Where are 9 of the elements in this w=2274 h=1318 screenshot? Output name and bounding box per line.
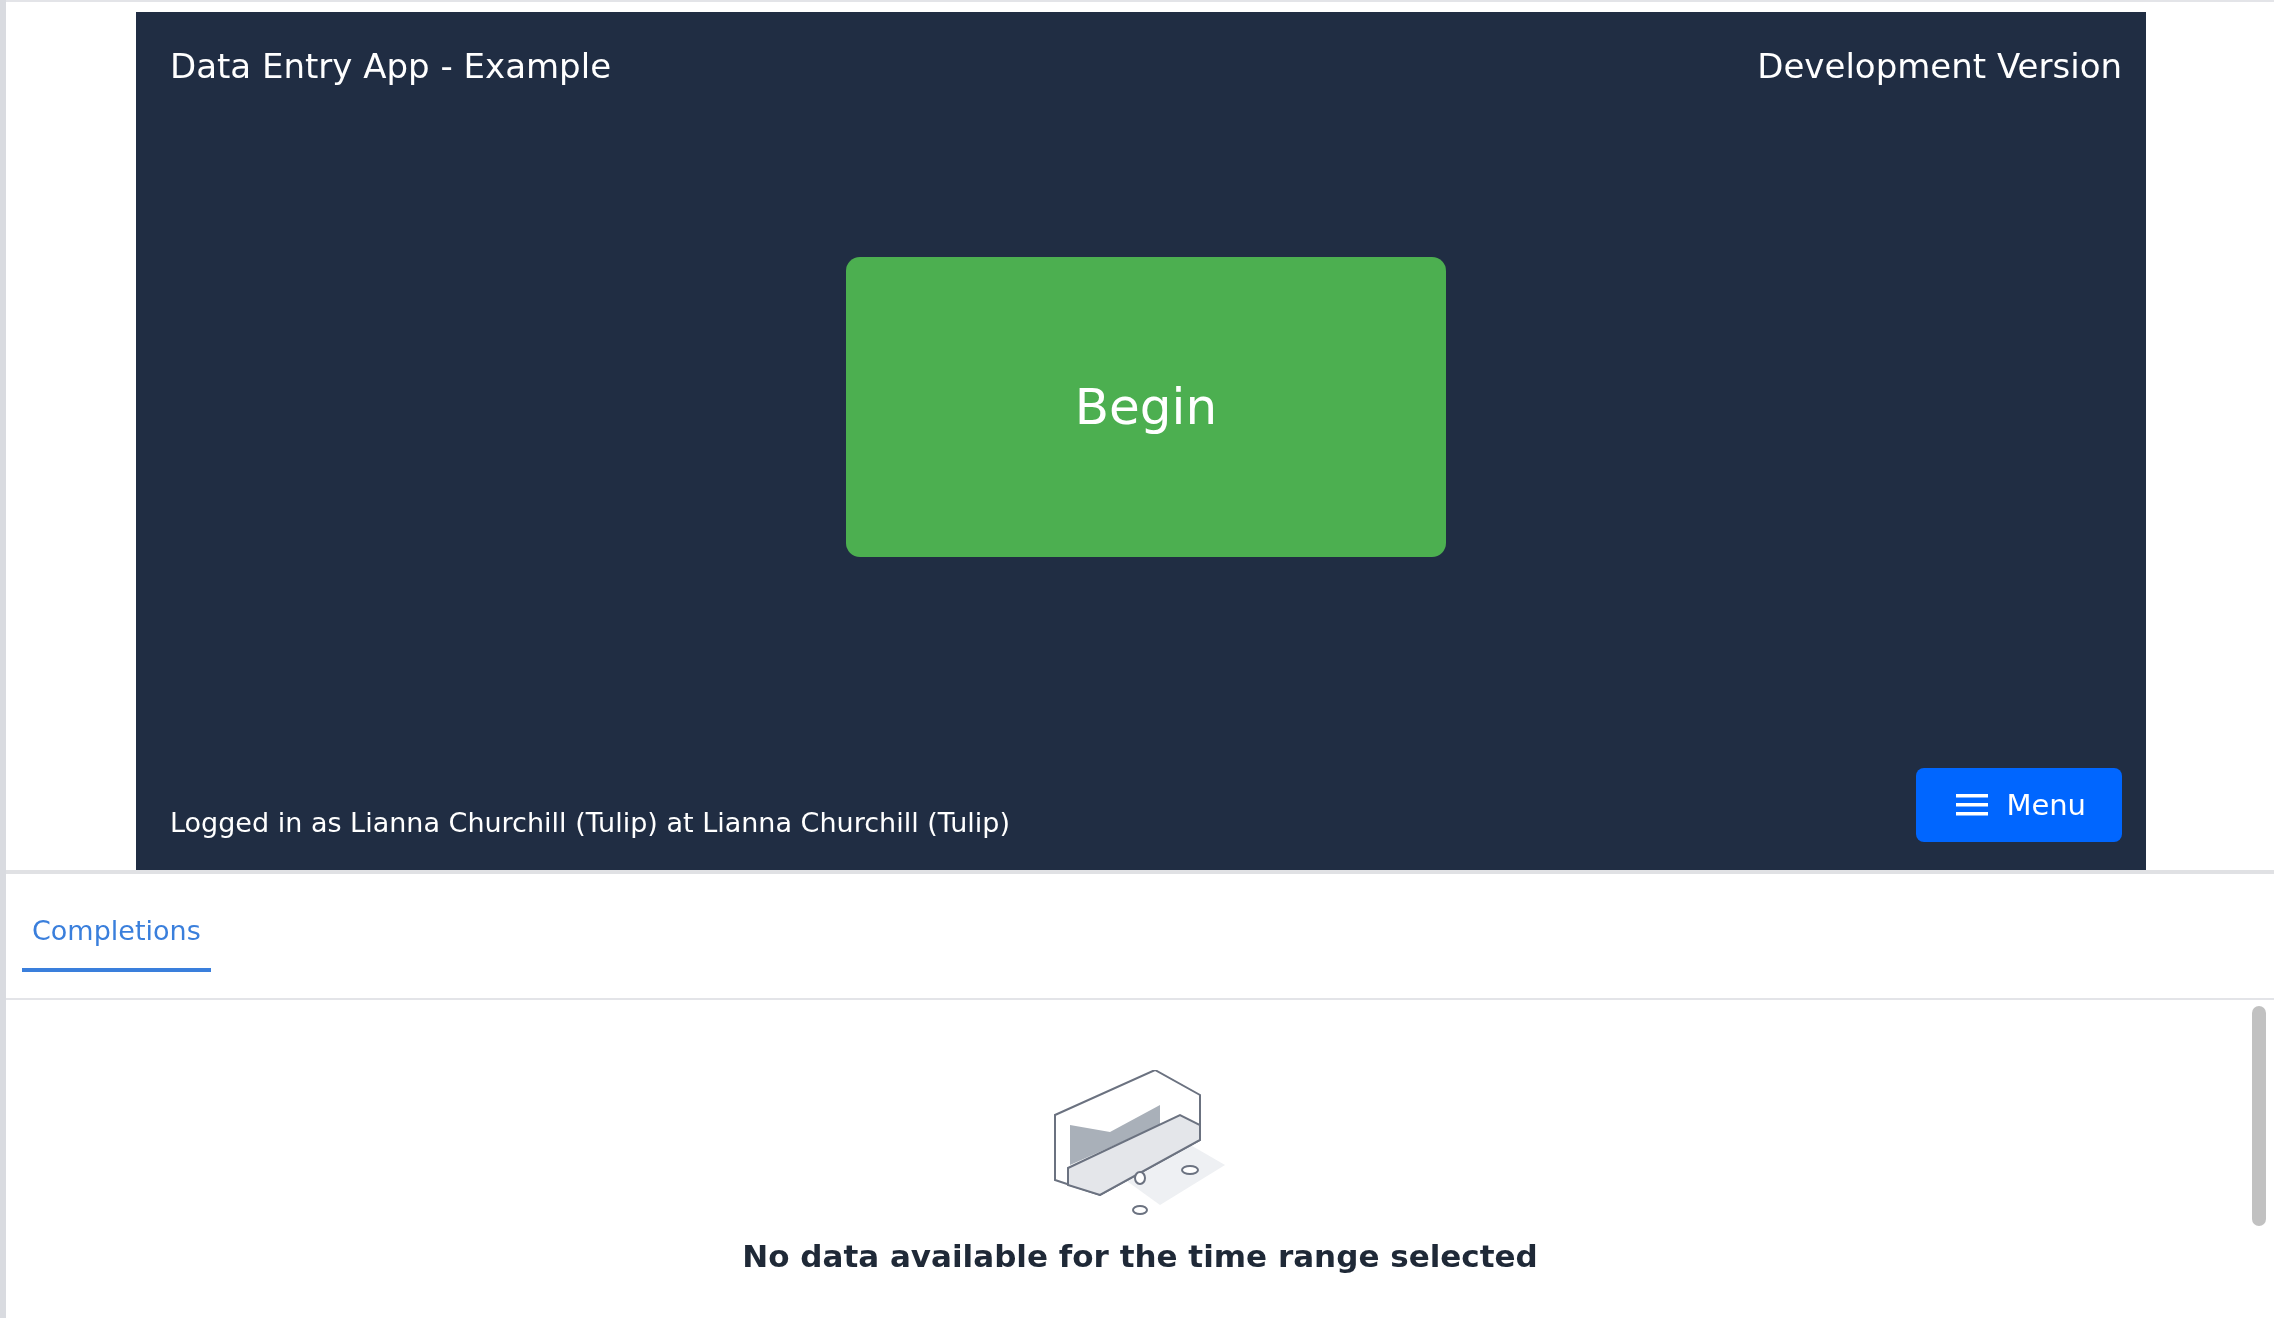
- empty-state-heading: No data available for the time range selected: [742, 1238, 1538, 1274]
- app-title: Data Entry App - Example: [170, 46, 612, 86]
- menu-button[interactable]: Menu: [1916, 768, 2122, 842]
- menu-icon: [1956, 793, 1989, 817]
- begin-button[interactable]: Begin: [846, 257, 1446, 557]
- scrollbar[interactable]: [2252, 1006, 2266, 1226]
- version-label: Development Version: [1757, 46, 2122, 86]
- login-text: Logged in as Lianna Churchill (Tulip) at Lianna Churchill (Tulip): [170, 807, 1010, 840]
- tab[interactable]: Completions: [22, 915, 211, 972]
